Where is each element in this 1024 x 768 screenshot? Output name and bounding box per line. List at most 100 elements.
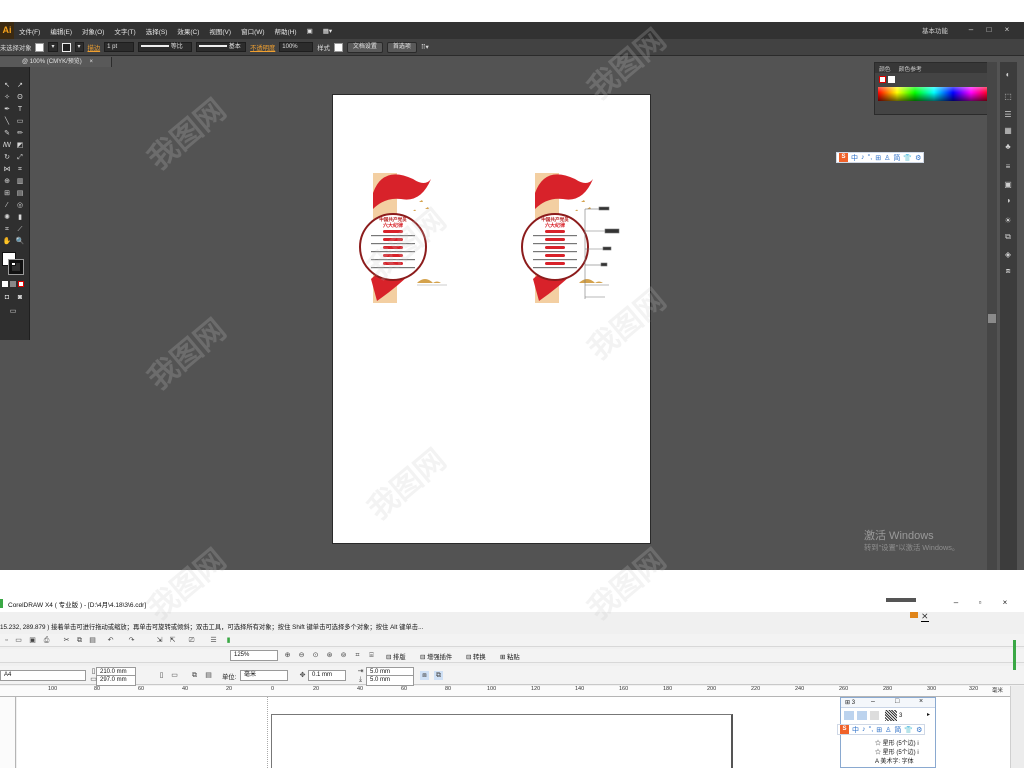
enhance-plugin-button[interactable]: ⊟ 增强插件 xyxy=(420,652,452,661)
layout-plugin-button[interactable]: ⊟ 排版 xyxy=(386,652,406,661)
artboard[interactable]: 中国共产党员 六大纪律 中国共产党员 六大纪律 xyxy=(332,94,651,544)
fill-dropdown-icon[interactable]: ▾ xyxy=(48,42,58,52)
import-icon[interactable]: ⇲ xyxy=(155,636,164,645)
brush-definition[interactable]: 基本 xyxy=(196,42,247,52)
ime-punctuation-icon[interactable]: °, xyxy=(868,154,873,161)
opacity-label[interactable]: 不透明度 xyxy=(250,43,275,52)
direct-selection-tool-icon[interactable]: ↗ xyxy=(15,81,25,90)
copy-icon[interactable]: ⧉ xyxy=(75,636,84,645)
ime-chinese-mode[interactable]: 中 xyxy=(852,725,859,735)
preferences-button[interactable]: 首选项 xyxy=(386,41,417,53)
menu-select[interactable]: 选择(S) xyxy=(141,26,173,36)
eraser-tool-icon[interactable]: ◩ xyxy=(15,141,25,150)
undo-icon[interactable]: ↶ xyxy=(106,636,115,645)
tab-color-guide[interactable]: 颜色参考 xyxy=(895,64,926,73)
publish-pdf-icon[interactable]: ⎚ xyxy=(187,636,196,645)
selection-tool-icon[interactable]: ↖ xyxy=(2,81,12,90)
ime-user-icon[interactable]: ♙ xyxy=(884,154,890,162)
stroke-swatch[interactable] xyxy=(61,42,71,52)
layers-icon[interactable]: ◈ xyxy=(1003,250,1013,260)
rectangle-tool-icon[interactable]: ▭ xyxy=(15,117,25,126)
stroke-color-box[interactable] xyxy=(8,259,24,275)
document-tab[interactable]: @ 100% (CMYK/预览) × xyxy=(0,57,112,67)
workspace-switcher[interactable]: 基本功能 xyxy=(922,25,948,35)
menu-type[interactable]: 文字(T) xyxy=(109,26,140,36)
options-icon[interactable] xyxy=(870,711,879,720)
nudge-distance-field[interactable]: 0.1 mm xyxy=(308,670,346,681)
width-tool-icon[interactable]: ⋈ xyxy=(2,165,12,174)
ime-skin-icon[interactable]: 👕 xyxy=(903,154,912,162)
horizontal-ruler[interactable]: 100 80 60 40 20 0 20 40 60 80 100 120 14… xyxy=(0,686,1010,697)
minimize-button[interactable]: – xyxy=(946,597,966,609)
convert-plugin-button[interactable]: ⊟ 转换 xyxy=(466,652,486,661)
docker-close-icon[interactable]: × xyxy=(919,698,923,705)
treat-as-filled-icon[interactable]: ⧈ xyxy=(420,671,429,680)
close-button[interactable]: × xyxy=(998,23,1016,36)
lasso-tool-icon[interactable]: ʘ xyxy=(15,93,25,102)
stroke-icon[interactable]: ≡ xyxy=(1003,162,1013,172)
opacity-field[interactable]: 100% xyxy=(279,42,314,52)
ime-moon-icon[interactable]: ♪ xyxy=(862,726,866,733)
symbol-sprayer-icon[interactable]: ✺ xyxy=(2,213,12,222)
scrollbar-thumb[interactable] xyxy=(988,314,996,323)
expand-arrow-icon[interactable]: ▸ xyxy=(927,711,930,718)
docker-minimize-icon[interactable]: – xyxy=(871,698,875,705)
fill-swatch[interactable] xyxy=(35,42,45,52)
guideline[interactable] xyxy=(267,697,268,768)
close-button[interactable]: × xyxy=(995,597,1015,609)
hand-tool-icon[interactable]: ✋ xyxy=(2,237,12,246)
redo-icon[interactable]: ↷ xyxy=(127,636,136,645)
zoom-out-icon[interactable]: ⊖ xyxy=(297,651,306,660)
all-pages-icon[interactable]: ⧉ xyxy=(190,671,199,680)
transform-icon[interactable]: ⬚ xyxy=(1003,92,1013,102)
color-panel-icon[interactable]: ◐ xyxy=(1003,70,1013,80)
ime-toolbar-corel[interactable]: S 中 ♪ °, ⊞ ♙ 简 👕 ⚙ xyxy=(837,724,926,735)
appearance-icon[interactable]: ☀ xyxy=(1003,216,1013,226)
draw-behind-icon[interactable]: ◙ xyxy=(15,293,25,302)
graphic-styles-icon[interactable]: ⧉ xyxy=(1003,232,1013,242)
zoom-selected-icon[interactable]: ⊙ xyxy=(311,651,320,660)
ime-keyboard-icon[interactable]: ⊞ xyxy=(876,726,882,734)
zoom-in-icon[interactable]: ⊕ xyxy=(283,651,292,660)
paper-size-select[interactable]: A4 xyxy=(0,670,86,681)
shape-builder-icon[interactable]: ⊕ xyxy=(2,177,12,186)
align-menu-icon[interactable]: ⠿▾ xyxy=(421,44,429,51)
ime-settings-icon[interactable]: ⚙ xyxy=(916,726,922,734)
docker-maximize-icon[interactable]: □ xyxy=(895,698,899,705)
welcome-screen-icon[interactable]: ▮ xyxy=(224,636,233,645)
artboards-icon[interactable]: ⧈ xyxy=(1003,266,1013,276)
artboard-tool-icon[interactable]: ⌗ xyxy=(2,225,12,234)
type-tool-icon[interactable]: T xyxy=(15,105,25,114)
blend-tool-icon[interactable]: ◎ xyxy=(15,201,25,210)
sogou-logo-icon[interactable]: S xyxy=(839,153,848,162)
docker-tab-strip[interactable] xyxy=(1013,640,1016,670)
page-options-icon[interactable]: ⧉ xyxy=(434,671,443,680)
line-tool-icon[interactable]: ╲ xyxy=(2,117,12,126)
save-icon[interactable]: ▣ xyxy=(28,636,37,645)
menu-effect[interactable]: 效果(C) xyxy=(172,26,204,36)
zoom-level-select[interactable]: 125% xyxy=(230,650,278,661)
gradient-icon[interactable]: ▣ xyxy=(1003,180,1013,190)
ime-simplified-icon[interactable]: 简 xyxy=(894,725,901,735)
cut-icon[interactable]: ✂ xyxy=(62,636,71,645)
color-mode-icon[interactable] xyxy=(2,281,8,287)
minimize-button[interactable]: – xyxy=(962,23,980,36)
document-setup-button[interactable]: 文档设置 xyxy=(346,41,383,53)
vertical-scrollbar[interactable] xyxy=(1010,686,1024,768)
object-row-star[interactable]: ☆ 星形 (5个边) i xyxy=(875,738,919,747)
align-icon[interactable]: ☰ xyxy=(1003,110,1013,120)
new-icon[interactable]: ▫ xyxy=(2,636,11,645)
page-height-field[interactable]: 297.0 mm xyxy=(96,675,136,686)
zoom-page-icon[interactable]: ⊚ xyxy=(339,651,348,660)
maximize-button[interactable]: □ xyxy=(980,23,998,36)
eyedropper-icon[interactable]: ⁄ xyxy=(2,201,12,210)
paste-plugin-button[interactable]: ⊞ 粘贴 xyxy=(500,652,520,661)
stroke-dropdown-icon[interactable]: ▾ xyxy=(74,42,84,52)
paste-icon[interactable]: ▤ xyxy=(88,636,97,645)
current-page-icon[interactable]: ▤ xyxy=(204,671,213,680)
menu-edit[interactable]: 编辑(E) xyxy=(45,26,77,36)
perspective-grid-icon[interactable]: ▥ xyxy=(15,177,25,186)
close-tab-icon[interactable]: × xyxy=(89,59,93,65)
pencil-tool-icon[interactable]: ✏ xyxy=(15,129,25,138)
blob-brush-icon[interactable]: ꟿ xyxy=(2,141,12,150)
